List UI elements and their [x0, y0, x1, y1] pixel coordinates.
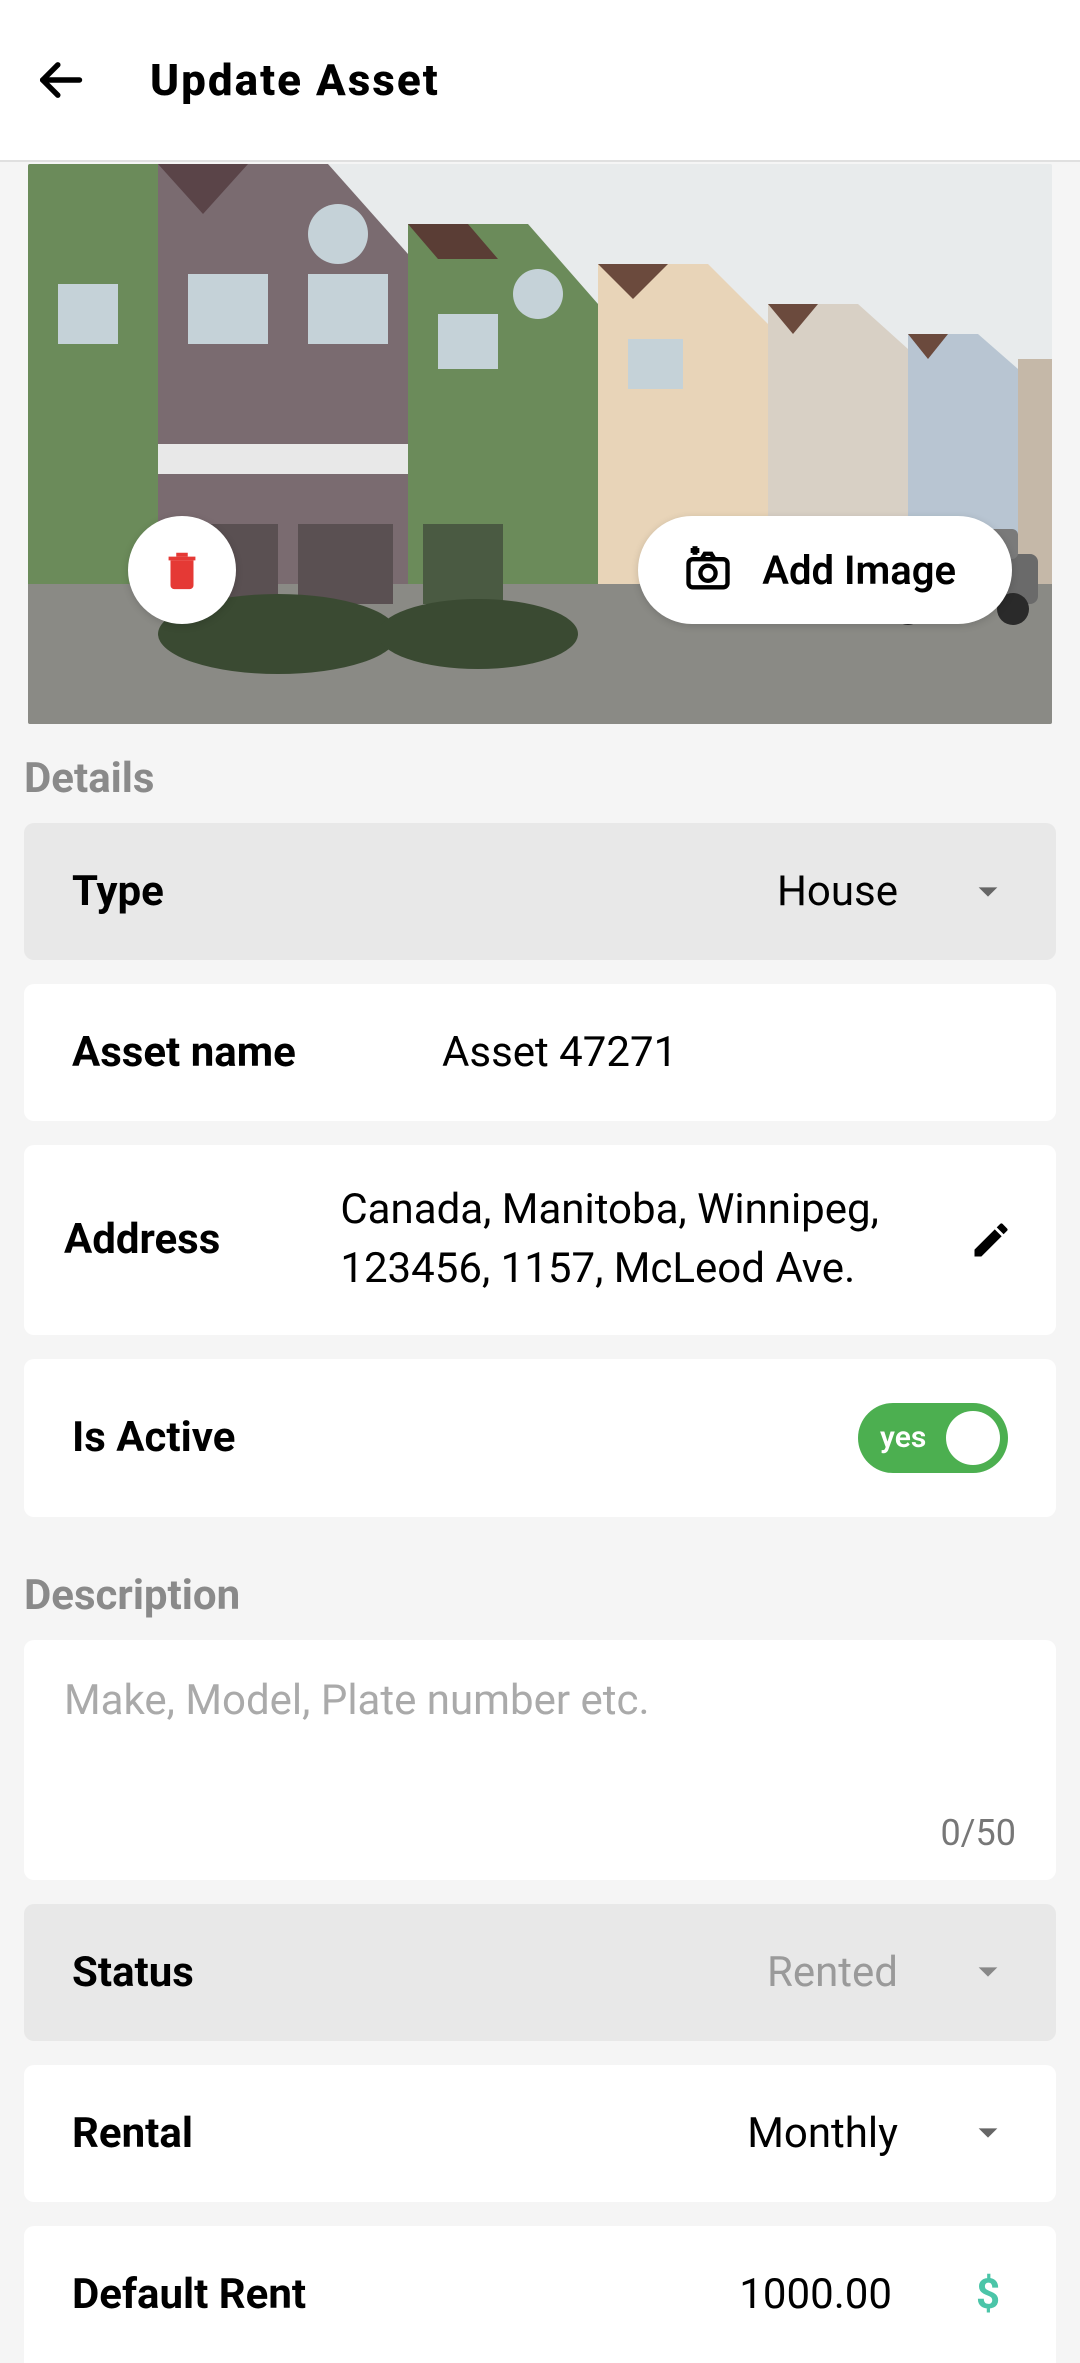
- asset-name-label: Asset name: [72, 1028, 442, 1077]
- camera-add-icon: [682, 544, 734, 596]
- rental-value: Monthly: [233, 2109, 898, 2158]
- is-active-label: Is Active: [72, 1413, 235, 1462]
- description-heading: Description: [0, 1541, 1080, 1640]
- asset-name-value: Asset 47271: [442, 1028, 677, 1077]
- is-active-toggle[interactable]: yes: [858, 1403, 1008, 1473]
- rental-select[interactable]: Rental Monthly: [24, 2065, 1056, 2202]
- page-title: Update Asset: [150, 54, 440, 106]
- status-select[interactable]: Status Rented: [24, 1904, 1056, 2041]
- app-header: Update Asset: [0, 0, 1080, 162]
- add-image-button[interactable]: Add Image: [638, 516, 1012, 624]
- edit-address-button[interactable]: [966, 1215, 1016, 1265]
- details-heading: Details: [0, 724, 1080, 823]
- status-value: Rented: [234, 1948, 898, 1997]
- chevron-down-icon: [968, 872, 1008, 912]
- type-value: House: [204, 867, 898, 916]
- chevron-down-icon: [968, 2113, 1008, 2153]
- delete-image-button[interactable]: [128, 516, 236, 624]
- toggle-yes-label: yes: [880, 1420, 926, 1455]
- is-active-field: Is Active yes: [24, 1359, 1056, 1517]
- pencil-icon: [969, 1218, 1013, 1262]
- back-button[interactable]: [30, 50, 90, 110]
- default-rent-value: 1000.00: [346, 2270, 892, 2319]
- default-rent-label: Default Rent: [72, 2270, 306, 2319]
- asset-image: Add Image: [28, 164, 1052, 724]
- houses-illustration: [28, 164, 1052, 724]
- arrow-left-icon: [34, 54, 86, 106]
- toggle-knob: [946, 1411, 1000, 1465]
- description-input[interactable]: Make, Model, Plate number etc. 0/50: [24, 1640, 1056, 1880]
- status-label: Status: [72, 1948, 194, 1997]
- rental-label: Rental: [72, 2109, 193, 2158]
- asset-name-field[interactable]: Asset name Asset 47271: [24, 984, 1056, 1121]
- description-counter: 0/50: [940, 1812, 1016, 1854]
- description-placeholder: Make, Model, Plate number etc.: [64, 1676, 1016, 1725]
- add-image-label: Add Image: [762, 547, 956, 594]
- trash-icon: [159, 547, 205, 593]
- chevron-down-icon: [968, 1952, 1008, 1992]
- currency-icon: $: [968, 2274, 1008, 2314]
- type-label: Type: [72, 867, 164, 916]
- address-value: Canada, Manitoba, Winnipeg, 123456, 1157…: [260, 1181, 926, 1299]
- address-field: Address Canada, Manitoba, Winnipeg, 1234…: [24, 1145, 1056, 1335]
- default-rent-field[interactable]: Default Rent 1000.00 $: [24, 2226, 1056, 2363]
- hero-actions: Add Image: [128, 516, 1012, 624]
- address-label: Address: [64, 1215, 220, 1264]
- type-select[interactable]: Type House: [24, 823, 1056, 960]
